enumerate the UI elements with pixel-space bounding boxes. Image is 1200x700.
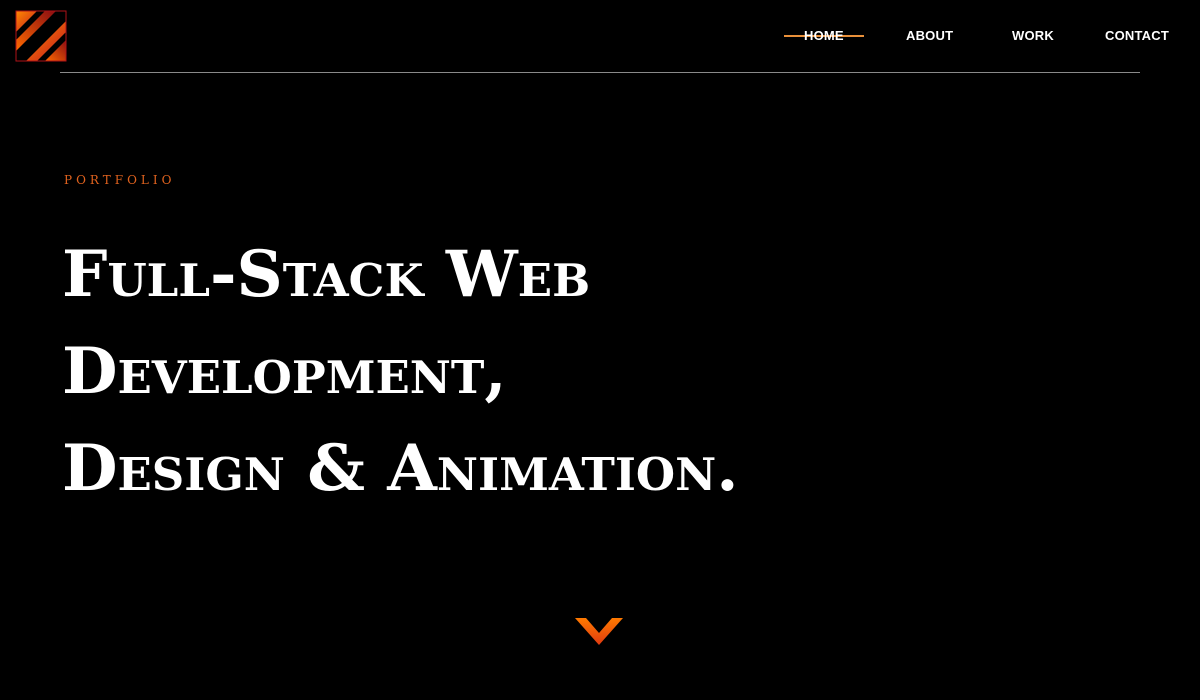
headline-line-3: Design & Animation. <box>62 431 739 506</box>
header-divider <box>60 72 1140 73</box>
nav-item-contact[interactable]: CONTACT <box>1105 28 1169 44</box>
nav-item-home[interactable]: HOME <box>804 28 844 44</box>
main-navigation: HOME ABOUT WORK CONTACT <box>0 0 1200 72</box>
headline-line-2: Development, <box>62 334 507 409</box>
section-eyebrow: PORTFOLIO <box>64 173 176 187</box>
hero-headline: Full-Stack Web Development, Design & Ani… <box>62 226 739 517</box>
chevron-down-icon[interactable] <box>574 617 624 647</box>
headline-line-1: Full-Stack Web <box>62 237 591 312</box>
nav-item-about[interactable]: ABOUT <box>906 28 953 44</box>
nav-item-work[interactable]: WORK <box>1012 28 1054 44</box>
